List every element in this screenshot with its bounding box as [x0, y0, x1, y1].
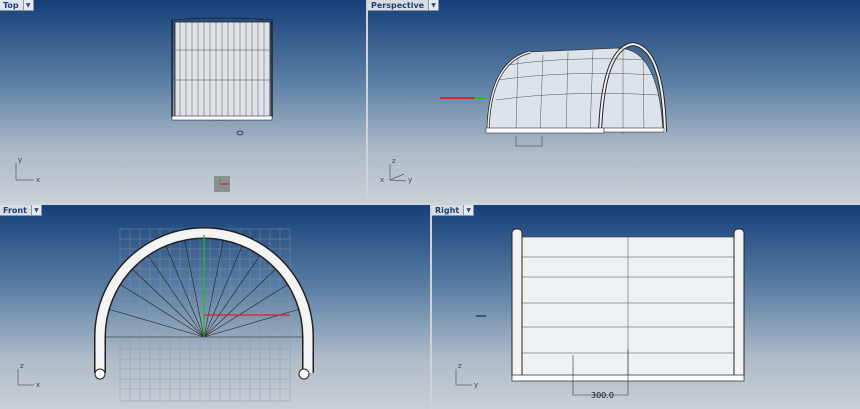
right-view-canvas: 300.0 y z	[455, 228, 745, 400]
axis-z-label: z	[392, 157, 396, 165]
chevron-down-icon[interactable]: ▼	[23, 0, 34, 11]
dimension-label: 300.0	[591, 391, 614, 400]
viewport-title[interactable]: Front	[0, 205, 32, 216]
axis-y-label: y	[474, 381, 478, 389]
axis-y-label: y	[18, 156, 22, 164]
chevron-down-icon[interactable]: ▼	[464, 205, 475, 216]
axis-x-label: x	[380, 176, 384, 184]
viewport-front[interactable]: Front ▼ x z	[0, 205, 430, 409]
chevron-down-icon[interactable]: ▼	[31, 205, 42, 216]
viewport-tab-perspective[interactable]: Perspective ▼	[368, 0, 440, 11]
axis-x-label: x	[36, 381, 40, 389]
axis-z-label: z	[20, 362, 24, 370]
viewport-perspective[interactable]: Perspective ▼ x y z	[368, 0, 860, 202]
viewport-tab-top[interactable]: Top ▼	[0, 0, 34, 11]
viewport-right[interactable]: Right ▼ 300.0 y z	[432, 205, 860, 409]
axis-x-label: x	[36, 176, 40, 184]
viewport-top[interactable]: Top ▼ x y	[0, 0, 366, 202]
perspective-view-canvas: x y z	[380, 41, 667, 184]
viewport-title[interactable]: Top	[0, 0, 24, 11]
front-view-canvas: x z	[17, 227, 314, 402]
axis-y-label: y	[408, 176, 412, 184]
chevron-down-icon[interactable]: ▼	[429, 0, 440, 11]
top-view-canvas: x y	[15, 17, 273, 192]
viewport-tab-right[interactable]: Right ▼	[432, 205, 475, 216]
viewport-tab-front[interactable]: Front ▼	[0, 205, 42, 216]
viewport-title[interactable]: Right	[432, 205, 465, 216]
viewport-title[interactable]: Perspective	[368, 0, 430, 11]
axis-z-label: z	[458, 362, 462, 370]
